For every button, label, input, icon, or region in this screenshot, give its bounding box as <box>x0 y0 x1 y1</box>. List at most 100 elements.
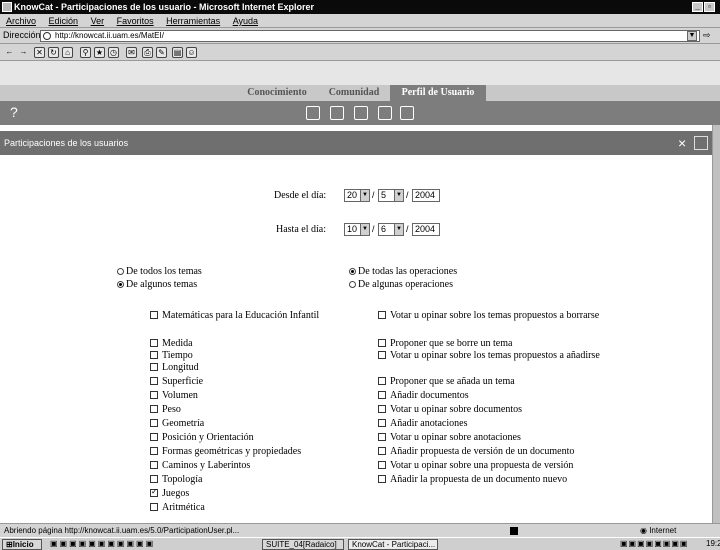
vertical-scrollbar[interactable] <box>712 125 720 523</box>
theme-checkbox[interactable]: Posición y Orientación <box>150 432 254 443</box>
theme-checkbox[interactable]: Superficie <box>150 376 203 387</box>
quicklaunch-icons[interactable]: ▣▣▣▣▣▣▣▣▣▣▣ <box>50 538 155 550</box>
operation-checkbox[interactable]: Votar u opinar sobre los temas propuesto… <box>378 310 599 321</box>
forward-arrow-icon[interactable]: → <box>18 47 29 58</box>
radio-algunos-temas[interactable]: De algunos temas <box>117 279 197 290</box>
go-icon[interactable]: ⇨ <box>703 30 711 41</box>
mail-icon[interactable]: ✉ <box>126 47 137 58</box>
theme-checkbox[interactable]: Caminos y Laberintos <box>150 460 250 471</box>
users-nav-icon[interactable] <box>354 106 368 120</box>
theme-checkbox[interactable]: Topología <box>150 474 202 485</box>
hasta-month-select[interactable]: 6 ▼ <box>378 223 404 236</box>
back-arrow-icon[interactable]: ← <box>4 47 15 58</box>
theme-checkbox[interactable]: Aritmética <box>150 502 205 513</box>
operation-checkbox[interactable]: Votar u opinar sobre una propuesta de ve… <box>378 460 573 471</box>
home-icon[interactable]: ⌂ <box>62 47 73 58</box>
radio-todas-operaciones[interactable]: De todas las operaciones <box>349 266 457 277</box>
docs-nav-icon[interactable] <box>330 106 344 120</box>
hasta-day-select[interactable]: 10 ▼ <box>344 223 370 236</box>
theme-checkbox[interactable]: Volumen <box>150 390 198 401</box>
operation-checkbox[interactable]: Proponer que se añada un tema <box>378 376 515 387</box>
menu-ver[interactable]: Ver <box>91 16 105 26</box>
refresh-icon[interactable]: ↻ <box>48 47 59 58</box>
theme-checkbox[interactable]: Tiempo <box>150 350 193 361</box>
checkbox-box[interactable] <box>378 419 386 427</box>
theme-checkbox[interactable]: Juegos <box>150 487 189 499</box>
history-icon[interactable]: ◷ <box>108 47 119 58</box>
desde-year-input[interactable]: 2004 <box>412 189 440 202</box>
checkbox-box[interactable] <box>150 433 158 441</box>
list-nav-icon[interactable] <box>378 106 392 120</box>
checkbox-box[interactable] <box>150 351 158 359</box>
checkbox-box[interactable] <box>150 461 158 469</box>
tab-conocimiento[interactable]: Conocimiento <box>238 85 316 101</box>
checkbox-box[interactable] <box>150 377 158 385</box>
theme-checkbox[interactable]: Matemáticas para la Educación Infantil <box>150 310 319 321</box>
operation-checkbox[interactable]: Añadir la propuesta de un documento nuev… <box>378 474 567 485</box>
desde-day-select[interactable]: 20 ▼ <box>344 189 370 202</box>
address-dropdown-button[interactable]: ▼ <box>687 31 697 41</box>
checkbox-box[interactable] <box>378 447 386 455</box>
menu-archivo[interactable]: Archivo <box>6 16 36 26</box>
operation-checkbox[interactable]: Añadir documentos <box>378 390 469 401</box>
checkbox-box[interactable] <box>378 377 386 385</box>
menu-herramientas[interactable]: Herramientas <box>166 16 220 26</box>
home-nav-icon[interactable] <box>306 106 320 120</box>
operation-checkbox[interactable]: Añadir propuesta de versión de un docume… <box>378 446 574 457</box>
menu-edicion[interactable]: Edición <box>49 16 79 26</box>
checkbox-box[interactable] <box>378 351 386 359</box>
address-input[interactable]: http://knowcat.ii.uam.es/MatEI/ <box>40 30 700 42</box>
theme-checkbox[interactable]: Longitud <box>150 362 199 373</box>
checkbox-box[interactable] <box>150 487 158 497</box>
operation-checkbox[interactable]: Votar u opinar sobre los temas propuesto… <box>378 350 600 361</box>
checkbox-box[interactable] <box>378 405 386 413</box>
operation-checkbox[interactable]: Proponer que se borre un tema <box>378 338 512 349</box>
checkbox-box[interactable] <box>378 433 386 441</box>
help-icon[interactable]: ? <box>10 104 18 120</box>
edit-icon[interactable]: ✎ <box>156 47 167 58</box>
checkbox-box[interactable] <box>378 391 386 399</box>
discuss-icon[interactable]: ▤ <box>172 47 183 58</box>
checkbox-box[interactable] <box>150 311 158 319</box>
checkbox-box[interactable] <box>150 363 158 371</box>
theme-checkbox[interactable]: Formas geométricas y propiedades <box>150 446 301 457</box>
theme-checkbox[interactable]: Peso <box>150 404 181 415</box>
checkbox-box[interactable] <box>150 419 158 427</box>
hasta-year-input[interactable]: 2004 <box>412 223 440 236</box>
checkbox-box[interactable] <box>378 339 386 347</box>
menu-ayuda[interactable]: Ayuda <box>233 16 258 26</box>
radio-algunas-operaciones[interactable]: De algunas operaciones <box>349 279 453 290</box>
start-button[interactable]: ⊞Inicio <box>2 539 42 550</box>
search-icon[interactable]: ⚲ <box>80 47 91 58</box>
checkbox-box[interactable] <box>150 391 158 399</box>
page-nav-icon[interactable] <box>400 106 414 120</box>
tab-perfil-de-usuario[interactable]: Perfil de Usuario <box>390 85 486 101</box>
tab-comunidad[interactable]: Comunidad <box>318 85 390 101</box>
minimize-button[interactable]: _ <box>692 2 703 12</box>
stop-icon[interactable]: ✕ <box>34 47 45 58</box>
close-icon[interactable]: × <box>678 131 686 155</box>
theme-checkbox[interactable]: Geometría <box>150 418 204 429</box>
checkbox-box[interactable] <box>150 503 158 511</box>
radio-todos-temas[interactable]: De todos los temas <box>117 266 202 277</box>
favorites-icon[interactable]: ★ <box>94 47 105 58</box>
checkbox-box[interactable] <box>150 405 158 413</box>
operation-checkbox[interactable]: Añadir anotaciones <box>378 418 467 429</box>
export-icon[interactable] <box>694 136 708 150</box>
checkbox-box[interactable] <box>150 339 158 347</box>
checkbox-box[interactable] <box>378 311 386 319</box>
messenger-icon[interactable]: ☺ <box>186 47 197 58</box>
task-knowcat[interactable]: KnowCat - Participaci... <box>348 539 438 550</box>
menu-favoritos[interactable]: Favoritos <box>117 16 154 26</box>
operation-checkbox[interactable]: Votar u opinar sobre anotaciones <box>378 432 521 443</box>
checkbox-box[interactable] <box>150 447 158 455</box>
desde-month-select[interactable]: 5 ▼ <box>378 189 404 202</box>
maximize-button[interactable]: ▫ <box>704 2 715 12</box>
task-suite[interactable]: SUITE_04[Radaico] <box>262 539 344 550</box>
checkbox-box[interactable] <box>150 475 158 483</box>
operation-checkbox[interactable]: Votar u opinar sobre documentos <box>378 404 522 415</box>
checkbox-box[interactable] <box>378 461 386 469</box>
print-icon[interactable]: ⎙ <box>142 47 153 58</box>
theme-checkbox[interactable]: Medida <box>150 338 193 349</box>
checkbox-box[interactable] <box>378 475 386 483</box>
